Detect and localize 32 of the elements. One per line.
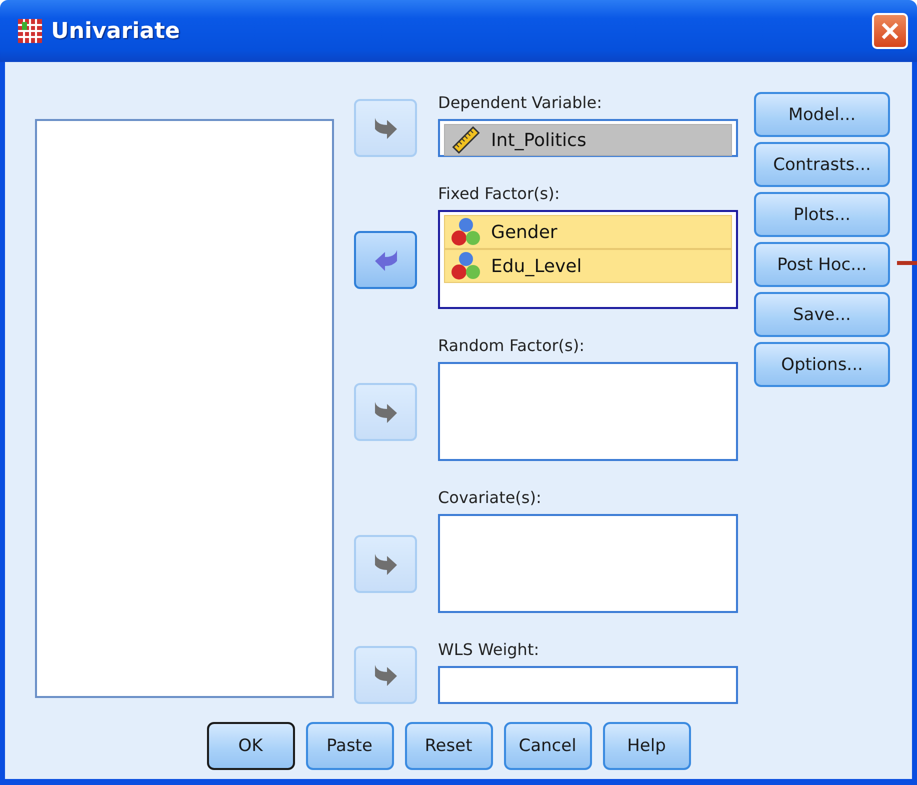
variable-item[interactable]: Gender: [444, 215, 732, 249]
dialog-button[interactable]: Save...: [754, 292, 890, 337]
dialog-button[interactable]: Contrasts...: [754, 142, 890, 187]
variable-item[interactable]: Edu_Level: [444, 249, 732, 283]
dialog-button[interactable]: Paste: [306, 722, 394, 770]
dialog-button[interactable]: Plots...: [754, 192, 890, 237]
dialog-button[interactable]: Cancel: [504, 722, 592, 770]
dialog-button[interactable]: Options...: [754, 342, 890, 387]
variable-list-field[interactable]: [438, 514, 738, 613]
grid-icon: [17, 18, 43, 44]
dialog-button[interactable]: Post Hoc...: [754, 242, 890, 287]
field-label: Dependent Variable:: [438, 92, 603, 114]
dialog-button[interactable]: Reset: [404, 722, 492, 770]
variable-list-field[interactable]: [438, 362, 738, 461]
close-button[interactable]: [872, 13, 908, 49]
window-title: Univariate: [51, 18, 181, 44]
circles-icon: [451, 251, 481, 281]
variable-list[interactable]: [35, 119, 334, 698]
dialog-button[interactable]: Model...: [754, 92, 890, 137]
field-label: Random Factor(s):: [438, 335, 586, 357]
move-button[interactable]: [354, 231, 417, 289]
field-label: Covariate(s):: [438, 487, 542, 509]
circles-icon: [451, 217, 481, 247]
variable-list-field[interactable]: Gender Edu_Level: [438, 210, 738, 309]
field-label: WLS Weight:: [438, 639, 540, 661]
close-icon: [880, 21, 900, 41]
variable-field[interactable]: Int_Politics: [438, 119, 738, 157]
field-label: Fixed Factor(s):: [438, 183, 561, 205]
dialog-button[interactable]: OK: [206, 722, 294, 770]
variable-item[interactable]: Int_Politics: [444, 124, 732, 156]
dialog-button[interactable]: Help: [602, 722, 690, 770]
variable-field[interactable]: [438, 666, 738, 704]
